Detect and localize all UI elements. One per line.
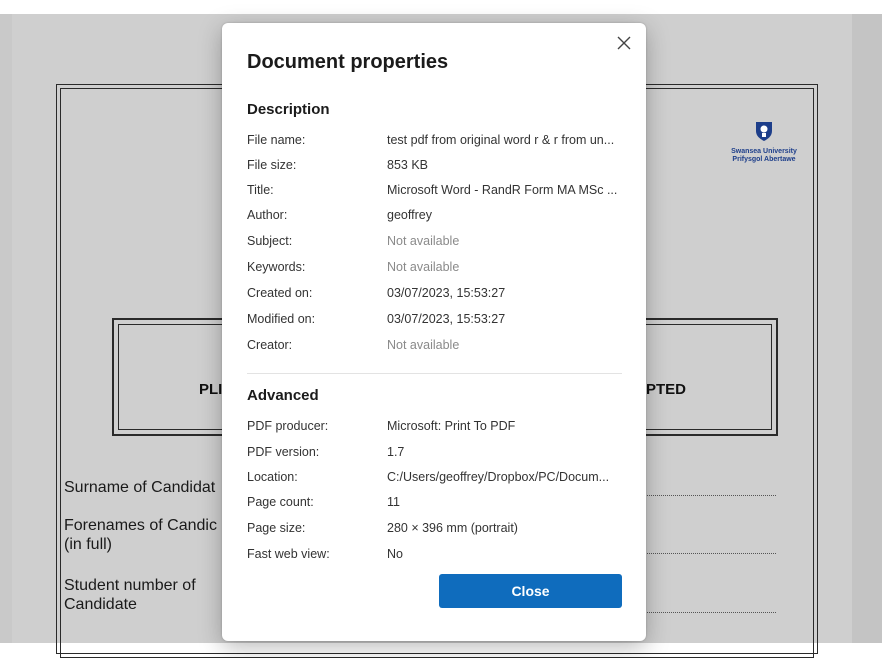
pdf-version-value: 1.7: [387, 445, 405, 459]
student-number-dotted-line: [636, 612, 776, 613]
pdf-version-label: PDF version:: [247, 445, 320, 459]
file-size-value: 853 KB: [387, 158, 429, 172]
pdf-producer-label: PDF producer:: [247, 419, 329, 433]
modified-on-label: Modified on:: [247, 312, 316, 326]
forenames-sub-label: (in full): [64, 536, 113, 553]
page-size-value: 280 × 396 mm (portrait): [387, 521, 518, 535]
page-size-label: Page size:: [247, 521, 306, 535]
advanced-heading: Advanced: [247, 387, 319, 404]
created-on-value: 03/07/2023, 15:53:27: [387, 286, 506, 300]
author-value: geoffrey: [387, 208, 432, 222]
logo-line-1: Swansea University: [731, 148, 797, 155]
created-on-label: Created on:: [247, 286, 313, 300]
page-count-value: 11: [387, 495, 400, 509]
keywords-value: Not available: [387, 260, 460, 274]
fast-web-view-value: No: [387, 547, 403, 561]
close-button[interactable]: Close: [439, 574, 622, 608]
forenames-label: Forenames of Candic: [64, 517, 217, 534]
student-number-sub-label: Candidate: [64, 596, 137, 613]
dialog-title: Document properties: [247, 51, 449, 73]
title-label: Title:: [247, 183, 274, 197]
section-divider: [247, 373, 622, 374]
creator-label: Creator:: [247, 338, 293, 352]
viewer-left-gutter: [0, 14, 12, 643]
fast-web-view-label: Fast web view:: [247, 547, 330, 561]
title-value: Microsoft Word - RandR Form MA MSc ...: [387, 183, 618, 197]
location-value: C:/Users/geoffrey/Dropbox/PC/Docum...: [387, 470, 610, 484]
surname-dotted-line: [636, 495, 776, 496]
pdf-producer-value: Microsoft: Print To PDF: [387, 419, 516, 433]
file-name-label: File name:: [247, 133, 306, 147]
location-label: Location:: [247, 470, 298, 484]
modified-on-value: 03/07/2023, 15:53:27: [387, 312, 506, 326]
notice-text-left: PLI: [199, 381, 223, 398]
description-heading: Description: [247, 101, 330, 118]
forenames-dotted-line: [636, 553, 776, 554]
author-label: Author:: [247, 208, 288, 222]
creator-value: Not available: [387, 338, 460, 352]
university-crest-icon: [718, 120, 810, 148]
page-count-label: Page count:: [247, 495, 314, 509]
file-size-label: File size:: [247, 158, 297, 172]
subject-value: Not available: [387, 234, 460, 248]
surname-label: Surname of Candidat: [64, 479, 216, 496]
file-name-value: test pdf from original word r & r from u…: [387, 133, 615, 147]
viewer-scrollbar-track[interactable]: [852, 14, 882, 643]
student-number-label: Student number of: [64, 577, 196, 594]
close-icon[interactable]: [612, 31, 636, 55]
subject-label: Subject:: [247, 234, 293, 248]
university-logo: Swansea University Prifysgol Abertawe: [718, 120, 810, 164]
document-properties-dialog: Document properties Description File nam…: [222, 23, 646, 641]
logo-line-2: Prifysgol Abertawe: [732, 156, 796, 163]
keywords-label: Keywords:: [247, 260, 306, 274]
